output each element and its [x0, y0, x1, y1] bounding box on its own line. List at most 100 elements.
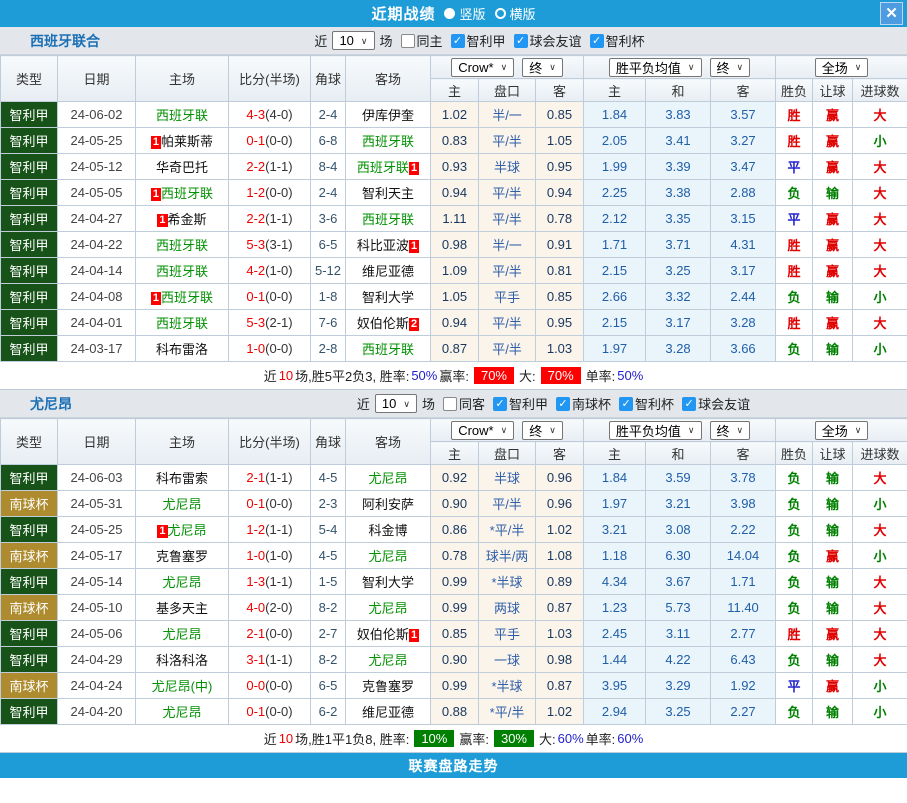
chevron-down-icon: ∨: [403, 399, 410, 410]
league-cell: 智利甲: [1, 621, 58, 647]
score-cell: 2-2(1-1): [229, 206, 311, 232]
summary-segment: 大:: [539, 729, 556, 748]
score-cell: 4-3(4-0): [229, 102, 311, 128]
radio-horizontal-label: 横版: [510, 4, 536, 23]
fulltime-score: 4-2: [246, 263, 265, 278]
result-wdl: 胜: [776, 128, 813, 154]
result-handicap: 赢: [813, 102, 853, 128]
avg-away-odds: 3.57: [711, 102, 776, 128]
team-name: 基多天主: [156, 601, 208, 616]
filter-checkbox-2[interactable]: ✓智利甲: [493, 394, 548, 413]
chevron-down-icon: ∨: [361, 36, 368, 47]
home-team-cell: 科布雷洛: [136, 336, 229, 362]
home-odds: 0.99: [431, 569, 479, 595]
avg-away-odds: 3.27: [711, 128, 776, 154]
avg-away-odds: 1.71: [711, 569, 776, 595]
avg-draw-odds: 3.32: [646, 284, 711, 310]
layout-radio-vertical[interactable]: 竖版: [444, 4, 485, 23]
chevron-down-icon: ∨: [737, 425, 744, 436]
filter-checkbox-3[interactable]: ✓南球杯: [556, 394, 611, 413]
layout-radio-horizontal[interactable]: 横版: [495, 4, 536, 23]
fulltime-select[interactable]: 全场∨: [815, 58, 869, 77]
team-name: 尤尼昂: [368, 653, 407, 668]
league-cell: 智利甲: [1, 336, 58, 362]
summary-segment: 赢率:: [439, 366, 469, 385]
league-cell: 智利甲: [1, 154, 58, 180]
table-row: 智利甲24-06-02西班牙联4-3(4-0)2-4伊库伊奎1.02半/一0.8…: [1, 102, 907, 128]
avg-draw-odds: 3.71: [646, 232, 711, 258]
result-wdl: 负: [776, 517, 813, 543]
away-odds: 1.05: [536, 128, 584, 154]
fulltime-score: 5-3: [246, 315, 265, 330]
filter-checkbox-3[interactable]: ✓球会友谊: [514, 31, 582, 50]
match-date: 24-05-25: [58, 128, 136, 154]
league-trend-label: 联赛盘路走势: [409, 756, 499, 776]
match-count-select[interactable]: 10∨: [332, 31, 374, 50]
home-odds: 0.86: [431, 517, 479, 543]
result-handicap: 输: [813, 517, 853, 543]
summary-segment: 10: [279, 368, 293, 383]
avg-draw-odds: 3.21: [646, 491, 711, 517]
filter-checkbox-1[interactable]: 同客: [443, 394, 485, 413]
filter-checkbox-4[interactable]: ✓智利杯: [590, 31, 645, 50]
handicap-line: 平/半: [479, 128, 536, 154]
bookmaker-select-value: Crow*: [458, 60, 493, 75]
avg-stage-select[interactable]: 终∨: [710, 58, 751, 77]
filter-checkbox-2[interactable]: ✓智利甲: [451, 31, 506, 50]
home-odds: 1.11: [431, 206, 479, 232]
result-wdl: 负: [776, 491, 813, 517]
league-cell: 智利甲: [1, 102, 58, 128]
avg-stage-select[interactable]: 终∨: [710, 421, 751, 440]
result-wdl: 负: [776, 595, 813, 621]
avg-type-select[interactable]: 胜平负均值∨: [609, 58, 702, 77]
checked-checkbox-icon: ✓: [590, 34, 604, 48]
home-team-cell: 基多天主: [136, 595, 229, 621]
avg-type-select[interactable]: 胜平负均值∨: [609, 421, 702, 440]
odds-stage-select[interactable]: 终∨: [522, 421, 563, 440]
team-name: 西班牙联: [156, 238, 208, 253]
checked-checkbox-icon: ✓: [451, 34, 465, 48]
league-cell: 智利甲: [1, 128, 58, 154]
fulltime-score: 0-1: [246, 133, 265, 148]
filter-checkbox-1[interactable]: 同主: [401, 31, 443, 50]
home-odds: 0.94: [431, 180, 479, 206]
team-name: 克鲁塞罗: [362, 679, 414, 694]
checked-checkbox-icon: ✓: [493, 397, 507, 411]
fulltime-select[interactable]: 全场∨: [815, 421, 869, 440]
section-header-union-espanola: 西班牙联合 近10∨场同主✓智利甲✓球会友谊✓智利杯: [0, 27, 907, 55]
bookmaker-select[interactable]: Crow*∨: [451, 421, 514, 440]
league-cell: 智利甲: [1, 258, 58, 284]
away-odds: 0.87: [536, 673, 584, 699]
league-trend-button[interactable]: 联赛盘路走势: [0, 753, 907, 778]
filter-checkbox-4[interactable]: ✓智利杯: [619, 394, 674, 413]
away-odds: 1.02: [536, 699, 584, 725]
team-name: 西班牙联: [156, 264, 208, 279]
summary-line-2: 近10场,胜1平1负8, 胜率:10%赢率:30%大:60%单率:60%: [0, 725, 907, 753]
bookmaker-select[interactable]: Crow*∨: [451, 58, 514, 77]
odds-group-header: Crow*∨ 终∨: [431, 419, 584, 442]
result-goals: 小: [853, 673, 907, 699]
odds-stage-select[interactable]: 终∨: [522, 58, 563, 77]
home-odds: 0.98: [431, 232, 479, 258]
corner-cell: 6-2: [311, 699, 346, 725]
away-odds: 0.98: [536, 647, 584, 673]
team-name: 维尼亚德: [362, 264, 414, 279]
close-button[interactable]: ✕: [880, 2, 903, 25]
league-cell: 南球杯: [1, 595, 58, 621]
result-handicap: 输: [813, 465, 853, 491]
filter-checkbox-5[interactable]: ✓球会友谊: [682, 394, 750, 413]
away-team-cell: 克鲁塞罗: [346, 673, 431, 699]
result-handicap: 输: [813, 647, 853, 673]
away-team-cell: 阿利安萨: [346, 491, 431, 517]
match-date: 24-04-29: [58, 647, 136, 673]
match-count-select[interactable]: 10∨: [375, 394, 417, 413]
halftime-score: (0-0): [265, 704, 292, 719]
result-wdl: 负: [776, 699, 813, 725]
away-team-cell: 西班牙联: [346, 128, 431, 154]
home-team-cell: 尤尼昂: [136, 621, 229, 647]
halftime-score: (1-1): [265, 574, 292, 589]
team-name: 奴伯伦斯: [357, 316, 409, 331]
subcol-handicap-result: 让球: [813, 442, 853, 465]
home-team-cell: 1尤尼昂: [136, 517, 229, 543]
col-header-corner: 角球: [311, 419, 346, 465]
